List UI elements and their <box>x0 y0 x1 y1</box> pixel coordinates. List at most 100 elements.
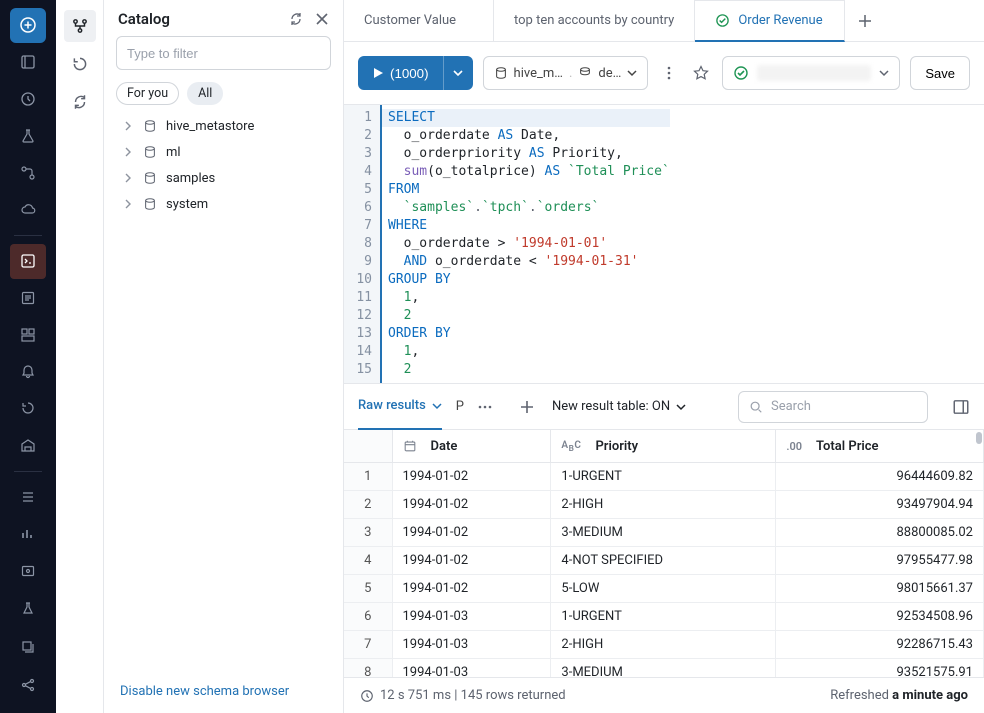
dots-icon <box>478 405 492 409</box>
results-add[interactable] <box>516 400 538 414</box>
plus-circle-icon <box>20 17 36 33</box>
rail-recents[interactable] <box>10 82 46 117</box>
clock-icon <box>360 689 374 703</box>
chevron-down-icon <box>676 402 686 412</box>
rail-workflows[interactable] <box>10 155 46 190</box>
kebab-icon <box>667 65 671 81</box>
cell-date: 1994-01-03 <box>392 603 551 631</box>
editor-gutter: 123456789101112131415 <box>344 105 380 383</box>
results-table: DateABCPriority.00Total Price 11994-01-0… <box>344 430 984 677</box>
rail-bottom-2[interactable] <box>10 591 46 627</box>
rail-bottom-4[interactable] <box>10 667 46 703</box>
tool-refresh[interactable] <box>64 86 96 118</box>
tree-item[interactable]: hive_metastore <box>108 113 339 139</box>
new-button[interactable] <box>10 8 46 43</box>
results-search[interactable]: Search <box>738 391 928 423</box>
column-header[interactable]: Date <box>392 430 551 463</box>
tree-item[interactable]: ml <box>108 139 339 165</box>
query-tab[interactable]: Order Revenue <box>695 0 845 42</box>
query-toolbar: (1000) hive_m… . de… Save <box>344 42 984 105</box>
chevron-down-icon <box>432 401 442 411</box>
cloud-icon <box>20 201 36 217</box>
table-row[interactable]: 11994-01-021-URGENT96444609.82 <box>344 463 984 491</box>
sql-editor[interactable]: 123456789101112131415 SELECT o_orderdate… <box>344 105 984 384</box>
tab-label: Customer Value <box>364 13 456 28</box>
table-row[interactable]: 71994-01-032-HIGH92286715.43 <box>344 631 984 659</box>
chevron-right-icon <box>122 199 134 209</box>
new-result-table-toggle[interactable]: New result table: ON <box>552 399 686 414</box>
nav-rail <box>0 0 56 713</box>
toggle-side-panel[interactable] <box>952 398 970 416</box>
table-row[interactable]: 41994-01-024-NOT SPECIFIED97955477.98 <box>344 547 984 575</box>
query-tab[interactable]: top ten accounts by country <box>494 0 695 41</box>
results-tab-raw[interactable]: Raw results <box>358 384 442 430</box>
compute-selector[interactable] <box>722 56 900 90</box>
tree-item-label: samples <box>166 171 215 186</box>
close-icon <box>315 12 329 26</box>
pill-for-you[interactable]: For you <box>116 82 179 105</box>
tree-item[interactable]: system <box>108 191 339 217</box>
catalog-title: Catalog <box>118 10 279 28</box>
results-tab-next[interactable]: P <box>456 399 464 414</box>
cell-date: 1994-01-03 <box>392 631 551 659</box>
run-button[interactable]: (1000) <box>358 56 443 90</box>
save-button[interactable]: Save <box>910 56 970 90</box>
tool-history[interactable] <box>64 48 96 80</box>
rail-item-a[interactable] <box>10 480 46 515</box>
table-row[interactable]: 31994-01-023-MEDIUM88800085.02 <box>344 519 984 547</box>
column-header[interactable]: .00Total Price <box>776 430 984 463</box>
cell-total: 97955477.98 <box>776 547 984 575</box>
add-tab-button[interactable] <box>845 0 885 41</box>
table-row[interactable]: 81994-01-033-MEDIUM93521575.91 <box>344 659 984 678</box>
disable-schema-browser-link[interactable]: Disable new schema browser <box>120 684 289 699</box>
catalog-filter-input[interactable] <box>116 36 331 70</box>
table-row[interactable]: 51994-01-025-LOW98015661.37 <box>344 575 984 603</box>
tool-schema-browser[interactable] <box>64 10 96 42</box>
results-scrollbar[interactable] <box>976 432 982 444</box>
table-row[interactable]: 61994-01-031-URGENT92534508.96 <box>344 603 984 631</box>
cell-priority: 3-MEDIUM <box>551 519 776 547</box>
editor-code[interactable]: SELECT o_orderdate AS Date, o_orderprior… <box>380 105 670 383</box>
rail-compute[interactable] <box>10 192 46 227</box>
catalog-close[interactable] <box>313 10 331 28</box>
refresh-icon <box>288 11 304 27</box>
rail-alerts[interactable] <box>10 354 46 389</box>
rail-queries[interactable] <box>10 281 46 316</box>
toolbar-more[interactable] <box>658 65 680 81</box>
query-tab[interactable]: Customer Value <box>344 0 494 41</box>
toolbar-star[interactable] <box>690 65 712 81</box>
cell-date: 1994-01-02 <box>392 519 551 547</box>
catalog-schema-selector[interactable]: hive_m… . de… <box>483 56 649 90</box>
table-row[interactable]: 21994-01-022-HIGH93497904.94 <box>344 491 984 519</box>
cell-date: 1994-01-02 <box>392 547 551 575</box>
rail-dashboards[interactable] <box>10 317 46 352</box>
pill-all[interactable]: All <box>187 82 223 105</box>
status-refresh-prefix: Refreshed <box>830 688 892 703</box>
rail-history[interactable] <box>10 391 46 426</box>
rail-workspaces[interactable] <box>10 45 46 80</box>
rail-item-b[interactable] <box>10 516 46 551</box>
catalog-refresh[interactable] <box>287 10 305 28</box>
rail-bottom-1[interactable] <box>10 553 46 589</box>
plus-icon <box>858 14 872 28</box>
code-line: o_orderdate AS Date, <box>388 127 670 145</box>
rail-warehouses[interactable] <box>10 428 46 463</box>
status-duration: 12 s 751 ms | 145 rows returned <box>380 688 566 703</box>
rail-bottom-3[interactable] <box>10 629 46 665</box>
queries-icon <box>20 290 36 306</box>
database-icon <box>142 171 158 185</box>
cell-total: 98015661.37 <box>776 575 984 603</box>
chevron-right-icon <box>122 173 134 183</box>
results-tab-more[interactable] <box>478 405 492 409</box>
code-line: GROUP BY <box>388 271 670 289</box>
run-dropdown[interactable] <box>443 56 473 90</box>
play-icon <box>372 67 384 79</box>
rail-sql-editor[interactable] <box>10 244 46 279</box>
selector-catalog: hive_m… <box>514 66 563 81</box>
code-line: 1, <box>388 343 670 361</box>
column-header[interactable]: ABCPriority <box>551 430 776 463</box>
tree-item[interactable]: samples <box>108 165 339 191</box>
flask-icon <box>20 128 36 144</box>
tab-label: top ten accounts by country <box>514 13 674 28</box>
rail-data[interactable] <box>10 118 46 153</box>
